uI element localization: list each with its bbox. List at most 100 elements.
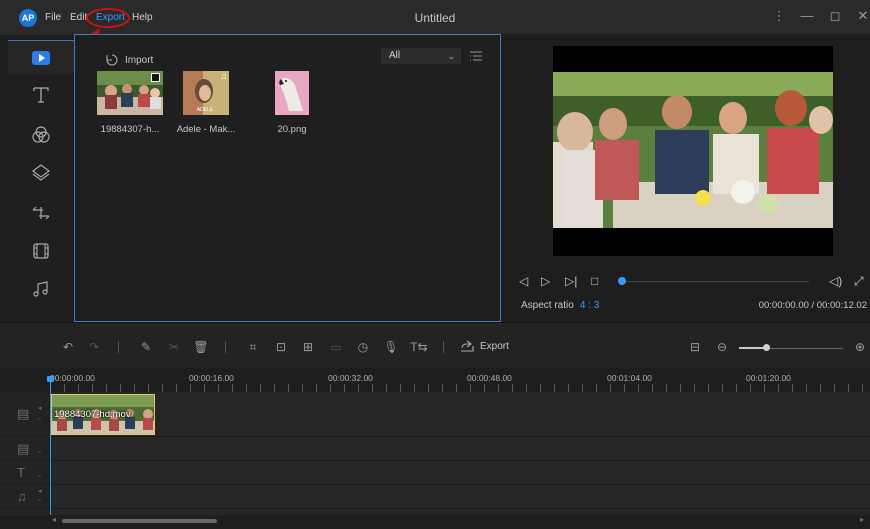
toolbar-divider (225, 341, 226, 353)
zoom-slider-knob[interactable] (763, 344, 770, 351)
crop-icon[interactable]: ⌗ (245, 340, 261, 354)
redo-icon[interactable]: ↷ (86, 340, 102, 354)
zoom-out-icon[interactable]: ⊖ (714, 340, 730, 354)
minimize-icon[interactable]: — (800, 8, 814, 24)
delete-icon[interactable]: 🗑 (193, 340, 209, 354)
chevron-down-icon: ⌄ (447, 51, 455, 61)
video-track: ▤ ◂ ▫ 19884307-hd.mov (0, 392, 870, 437)
text-icon (33, 87, 49, 103)
list-view-icon[interactable] (469, 49, 483, 63)
mute-icon[interactable]: ◂ (38, 487, 42, 495)
tool-strip (8, 36, 74, 322)
video-track-icon: ▤ (17, 406, 30, 421)
music-track-icon: ♫ (17, 489, 27, 504)
mute-icon[interactable]: ◂ (38, 404, 42, 412)
edit-pencil-icon[interactable]: ✎ (138, 340, 154, 354)
scroll-right-icon[interactable]: ▸ (860, 515, 864, 524)
preview-video[interactable] (553, 46, 833, 256)
fullscreen-icon[interactable]: ⤢ (854, 274, 864, 289)
transitions-icon (32, 206, 50, 220)
scroll-left-icon[interactable]: ◂ (52, 515, 56, 524)
volume-icon[interactable]: ◁) (829, 274, 842, 288)
more-options-icon[interactable]: ⋮ (772, 8, 786, 24)
timeline-export-button[interactable]: Export (460, 340, 509, 352)
freeze-frame-icon[interactable]: ▭ (328, 340, 344, 354)
media-thumbnail (97, 71, 163, 115)
maximize-icon[interactable]: ◻ (828, 8, 842, 24)
media-library-panel: Import All ⌄ 19884307-h... ADELE ♫ Adele… (74, 34, 501, 322)
zoom-frame-icon[interactable]: ⊡ (273, 340, 289, 354)
ruler-label: 00:00:32.00 (328, 373, 373, 383)
text-tab[interactable] (8, 78, 74, 112)
video-clip[interactable]: 19884307-hd.mov (51, 394, 155, 435)
ruler-label: 00:00:48.00 (467, 373, 512, 383)
album-cover-text: ADELE (197, 107, 214, 113)
cut-icon[interactable]: ✂ (166, 340, 182, 354)
fit-timeline-icon[interactable]: ⊟ (687, 340, 703, 354)
preview-timecode: 00:00:00.00 / 00:00:12.02 (758, 300, 867, 311)
music-tab[interactable] (8, 272, 74, 306)
media-item-video[interactable]: 19884307-h... (97, 71, 163, 135)
media-item-image[interactable]: 20.png (275, 71, 309, 135)
zoom-in-icon[interactable]: ⊕ (852, 340, 868, 354)
text-track: T ▫ (0, 461, 870, 485)
music-icon (33, 281, 48, 297)
elements-tab[interactable] (8, 234, 74, 268)
aspect-ratio: Aspect ratio 4 : 3 (521, 300, 599, 311)
overlays-icon (32, 164, 50, 181)
playback-controls: ◁ ▷ ▷| □ ◁) ⤢ (519, 274, 869, 290)
text-track-icon: T (17, 465, 25, 480)
video-track-header: ▤ ◂ ▫ (0, 392, 50, 436)
scrollbar-thumb[interactable] (62, 519, 217, 523)
window-title: Untitled (414, 11, 456, 25)
playhead-handle[interactable] (47, 376, 54, 382)
extra-track-header (0, 509, 50, 516)
lock-icon[interactable]: ▫ (38, 473, 40, 480)
text-track-header: T ▫ (0, 461, 50, 484)
lock-icon[interactable]: ▫ (38, 449, 40, 456)
media-item-name: Adele - Mak... (176, 124, 236, 135)
ruler-label: 00:00:16.00 (189, 373, 234, 383)
next-frame-icon[interactable]: ▷| (565, 274, 577, 288)
overlays-tab[interactable] (8, 156, 74, 190)
text-to-speech-icon[interactable]: T⇆ (408, 340, 430, 354)
media-filter-select[interactable]: All ⌄ (381, 48, 461, 64)
preview-frame-image (553, 72, 833, 228)
scrubber-knob[interactable] (618, 277, 626, 285)
timeline-ruler[interactable]: 00:00:00.00 00:00:16.00 00:00:32.00 00:0… (0, 368, 870, 392)
timeline-export-label: Export (480, 340, 509, 352)
zoom-slider-fill (739, 347, 766, 349)
transitions-tab[interactable] (8, 196, 74, 230)
lock-icon[interactable]: ▫ (38, 416, 40, 423)
filters-icon (32, 126, 50, 143)
timeline-scrollbar[interactable]: ◂ ▸ (50, 515, 870, 527)
stop-icon[interactable]: □ (591, 274, 598, 288)
ruler-label: 00:01:20.00 (746, 373, 791, 383)
lock-icon[interactable]: ▫ (38, 497, 40, 504)
image-thumbnail (275, 71, 309, 115)
voiceover-icon[interactable]: 🎙 (383, 340, 399, 354)
mosaic-icon[interactable]: ⊞ (300, 340, 316, 354)
duration-icon[interactable]: ◷ (355, 340, 371, 354)
clip-label: 19884307-hd.mov (54, 409, 131, 420)
title-bar: AP File Edit Export Help Untitled ⋮ — ◻ … (0, 0, 870, 36)
music-track-header: ♫ ◂ ▫ (0, 485, 50, 508)
media-tab[interactable] (8, 40, 74, 74)
preview-scrubber[interactable] (621, 281, 809, 282)
toolbar-divider (118, 341, 119, 353)
close-icon[interactable]: ✕ (856, 8, 870, 24)
media-item-audio[interactable]: ADELE ♫ Adele - Mak... (177, 71, 235, 135)
media-item-name: 19884307-h... (100, 124, 160, 135)
media-thumbnail (275, 71, 309, 115)
window-controls: ⋮ — ◻ ✕ (772, 8, 870, 24)
aspect-ratio-value[interactable]: 4 : 3 (580, 300, 599, 311)
prev-frame-icon[interactable]: ◁ (519, 274, 528, 288)
playhead[interactable] (50, 378, 51, 518)
import-button[interactable]: Import (105, 54, 153, 66)
undo-icon[interactable]: ↶ (60, 340, 76, 354)
import-label: Import (125, 54, 154, 66)
play-icon[interactable]: ▷ (541, 274, 550, 288)
music-track: ♫ ◂ ▫ (0, 485, 870, 509)
media-icon (32, 50, 50, 65)
filters-tab[interactable] (8, 118, 74, 152)
